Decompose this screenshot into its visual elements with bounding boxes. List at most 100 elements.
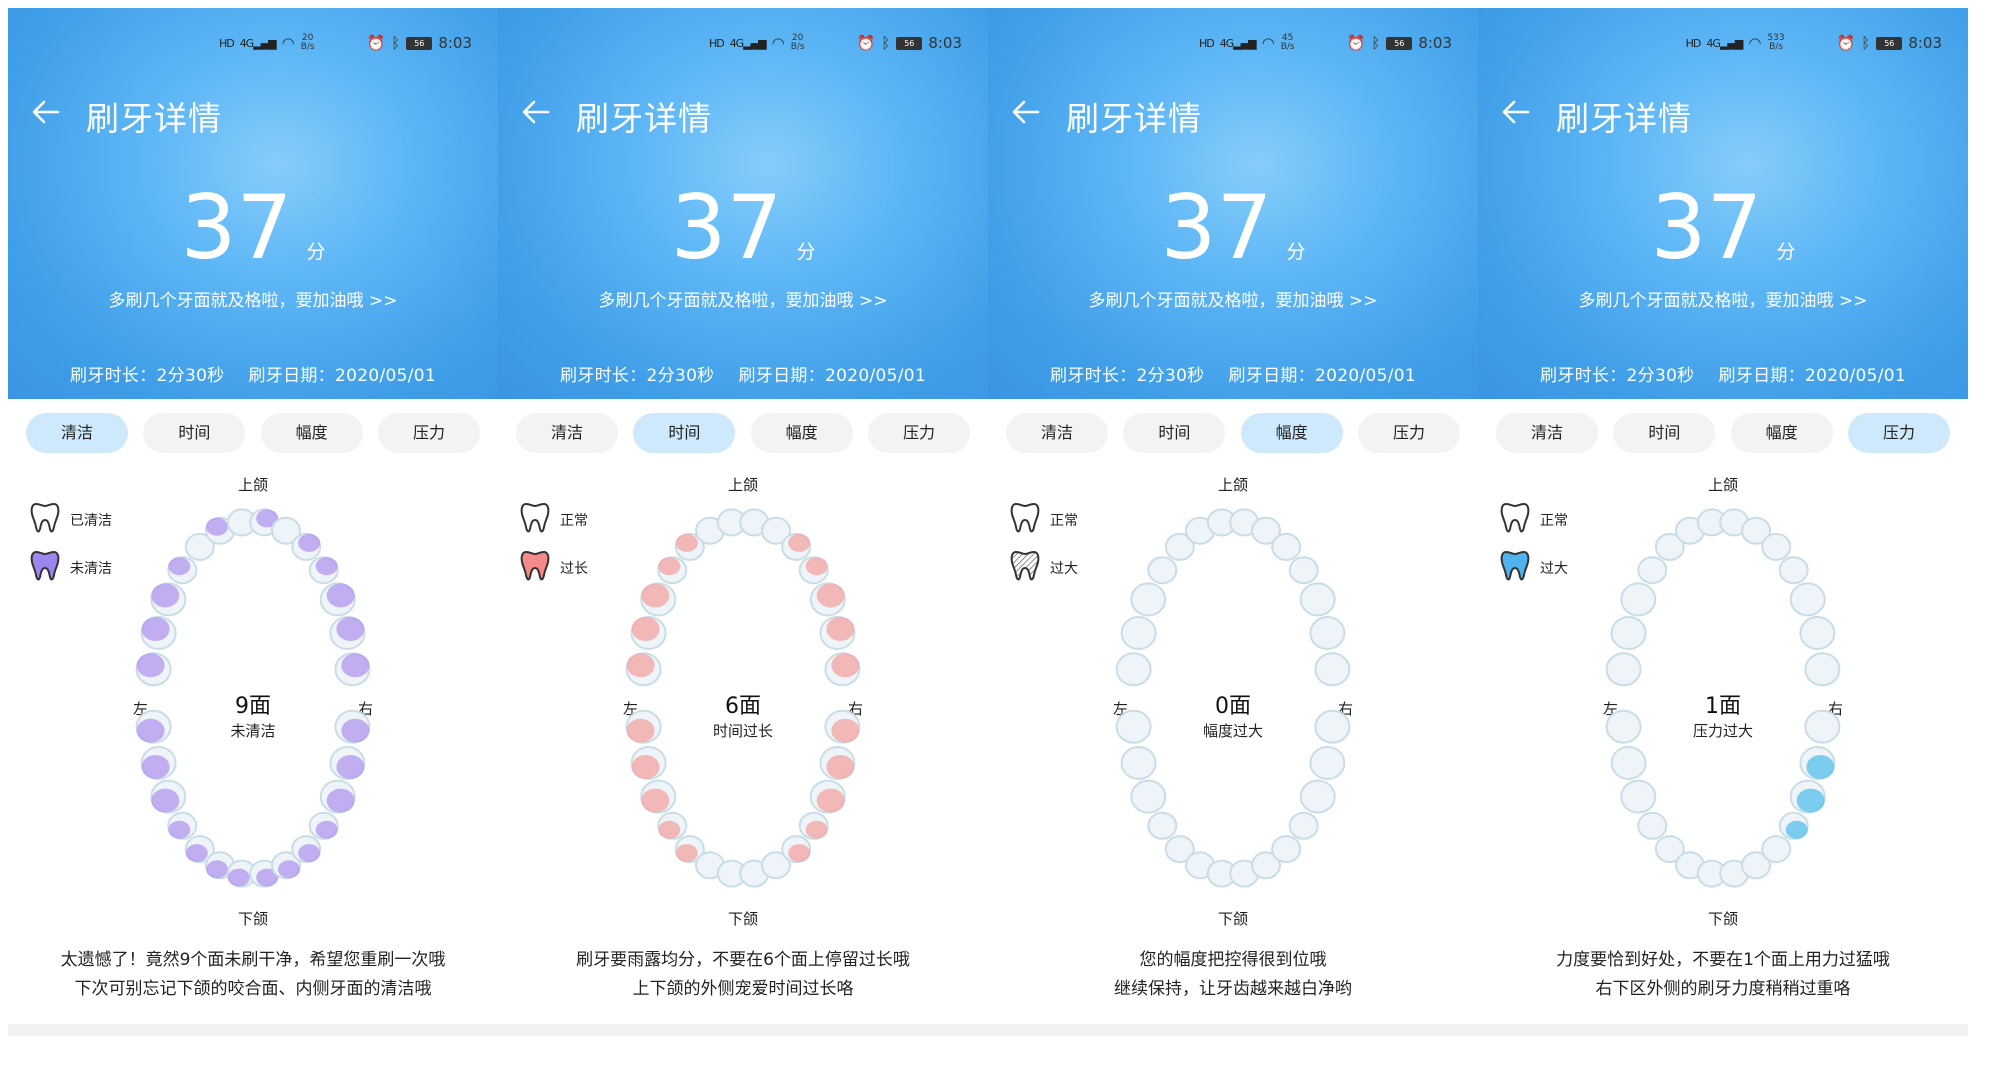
tab-time[interactable]: 时间 (143, 413, 246, 453)
bluetooth-icon: ᛒ (391, 34, 401, 52)
tooth-highlight (168, 557, 191, 576)
tooth-highlight (315, 557, 338, 576)
legend-item: 未清洁 (30, 544, 112, 592)
legend-item: 正常 (1010, 496, 1078, 544)
score-header: HD 4G▂▄▆ ◠ 45 B/s ⏰ ᛒ 56 8:03 刷牙详情 37 分 多刷… (988, 8, 1478, 399)
back-arrow-icon[interactable] (520, 96, 552, 128)
tooth-highlight (675, 533, 698, 552)
surface-count: 6面 (725, 694, 761, 719)
tooth-highlight (141, 755, 170, 779)
legend: 已清洁 未清洁 (30, 496, 112, 592)
tooth (1314, 652, 1351, 687)
tab-pressure[interactable]: 压力 (867, 413, 970, 453)
net-speed: 20 B/s (790, 33, 805, 52)
upper-jaw-label: 上颌 (1217, 476, 1248, 494)
back-arrow-icon[interactable] (1500, 96, 1532, 128)
section-divider (8, 1024, 498, 1036)
tab-amplitude[interactable]: 幅度 (1730, 413, 1833, 453)
tooth-highlight (315, 820, 338, 839)
tooth-highlight (168, 820, 191, 839)
tooth (1620, 779, 1657, 814)
tab-pressure[interactable]: 压力 (1357, 413, 1460, 453)
tab-time[interactable]: 时间 (633, 413, 736, 453)
score-unit: 分 (1286, 241, 1306, 263)
section-divider (1478, 1024, 1968, 1036)
tooth-highlight (185, 844, 208, 863)
battery-icon: 56 (1386, 36, 1413, 50)
status-bar: HD 4G▂▄▆ ◠ 45 B/s ⏰ ᛒ 56 8:03 (1199, 34, 1452, 53)
tooth-highlight (227, 868, 250, 887)
tooth-icon (1500, 549, 1530, 587)
tooth (1309, 746, 1346, 780)
tooth-highlight (805, 820, 828, 839)
back-arrow-icon[interactable] (1010, 96, 1042, 128)
brushing-duration: 刷牙时长：2分30秒 (1540, 366, 1695, 386)
tooth-highlight (816, 788, 845, 813)
tab-clean[interactable]: 清洁 (1496, 413, 1598, 453)
signal-icon: 4G▂▄▆ (1219, 36, 1257, 50)
tab-pressure[interactable]: 压力 (377, 413, 480, 453)
signal-icon: 4G▂▄▆ (729, 36, 767, 50)
metric-tabs: 清洁 时间 幅度 压力 (516, 413, 970, 453)
tooth (1761, 835, 1792, 864)
legend-label: 正常 (1050, 513, 1078, 529)
tooth (1288, 811, 1319, 840)
tab-time[interactable]: 时间 (1123, 413, 1226, 453)
hd-icon: HD (708, 36, 725, 50)
lower-jaw-label: 下颌 (237, 910, 268, 928)
tooth-highlight (206, 517, 228, 536)
tooth (1271, 835, 1302, 864)
tooth-highlight (641, 788, 670, 813)
tooth-highlight (816, 583, 845, 608)
clock: 8:03 (1908, 34, 1942, 52)
metric-tabs: 清洁 时间 幅度 压力 (1006, 413, 1460, 453)
tooth (1637, 811, 1668, 840)
legend-label: 未清洁 (70, 561, 112, 577)
tooth-highlight (336, 617, 365, 641)
tooth (1804, 652, 1841, 687)
score-tip-link[interactable]: 多刷几个牙面就及格啦，要加油哦 >> (498, 286, 988, 311)
surface-count-label: 时间过长 (712, 722, 773, 740)
section-divider (498, 1024, 988, 1036)
tooth (1620, 582, 1657, 617)
tooth-icon (1010, 501, 1040, 539)
brushing-meta: 刷牙时长：2分30秒 刷牙日期：2020/05/01 (988, 361, 1478, 386)
brushing-date: 刷牙日期：2020/05/01 (248, 366, 436, 386)
tab-clean[interactable]: 清洁 (516, 413, 618, 453)
legend-label: 过大 (1540, 561, 1568, 577)
tab-amplitude[interactable]: 幅度 (1240, 413, 1343, 453)
status-bar: HD 4G▂▄▆ ◠ 20 B/s ⏰ ᛒ 56 8:03 (219, 34, 472, 53)
tooth-highlight (1796, 788, 1825, 813)
brushing-duration: 刷牙时长：2分30秒 (1050, 366, 1205, 386)
phone-screen: HD 4G▂▄▆ ◠ 533 B/s ⏰ ᛒ 56 8:03 刷牙详情 37 分 多… (1478, 8, 1968, 1072)
wifi-icon: ◠ (281, 34, 295, 52)
advice-line: 力度要恰到好处，不要在1个面上用力过猛哦 (1556, 950, 1890, 970)
score-unit: 分 (1776, 241, 1796, 263)
tooth-highlight (658, 820, 681, 839)
score-tip-link[interactable]: 多刷几个牙面就及格啦，要加油哦 >> (8, 286, 498, 311)
legend-item: 过长 (520, 544, 588, 592)
tab-amplitude[interactable]: 幅度 (750, 413, 853, 453)
score-display: 37 分 (498, 178, 988, 302)
legend-label: 过大 (1050, 561, 1078, 577)
tooth (1299, 779, 1336, 814)
legend: 正常 过大 (1500, 496, 1568, 592)
tooth-highlight (675, 844, 698, 863)
tooth-icon (1500, 501, 1530, 539)
tooth (1637, 556, 1668, 585)
tab-clean[interactable]: 清洁 (26, 413, 128, 453)
back-arrow-icon[interactable] (30, 96, 62, 128)
tab-clean[interactable]: 清洁 (1006, 413, 1108, 453)
tooth-highlight (151, 583, 180, 608)
tooth (1115, 652, 1152, 687)
tooth (1130, 779, 1167, 814)
upper-jaw-label: 上颌 (727, 476, 758, 494)
score-tip-link[interactable]: 多刷几个牙面就及格啦，要加油哦 >> (1478, 286, 1968, 311)
bluetooth-icon: ᛒ (881, 34, 891, 52)
phone-screen: HD 4G▂▄▆ ◠ 20 B/s ⏰ ᛒ 56 8:03 刷牙详情 37 分 多刷… (498, 8, 988, 1072)
tab-pressure[interactable]: 压力 (1847, 413, 1950, 453)
score-tip-link[interactable]: 多刷几个牙面就及格啦，要加油哦 >> (988, 286, 1478, 311)
tab-time[interactable]: 时间 (1613, 413, 1716, 453)
tab-amplitude[interactable]: 幅度 (260, 413, 363, 453)
tooth-highlight (298, 844, 321, 863)
